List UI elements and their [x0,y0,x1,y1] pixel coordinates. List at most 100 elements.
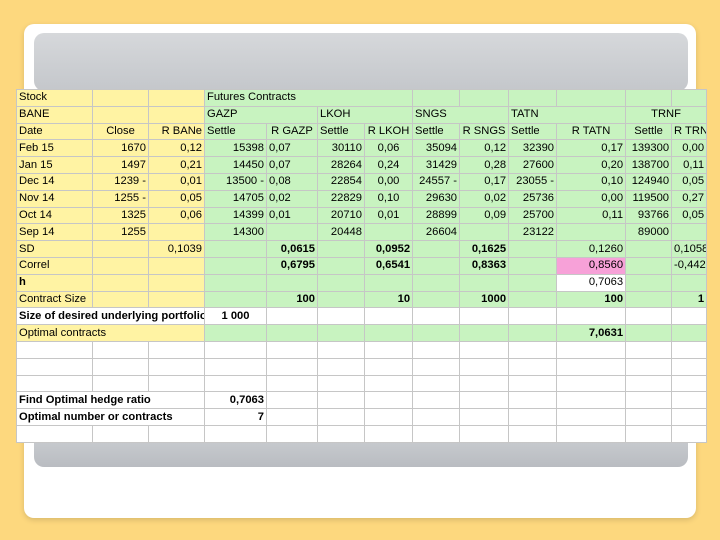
table-cell[interactable]: 14705 [204,189,267,208]
table-cell[interactable]: R TRNF [671,122,708,141]
table-cell[interactable] [412,391,461,410]
table-cell[interactable] [317,374,365,393]
table-cell[interactable] [459,89,510,107]
table-cell[interactable]: 0,12 [148,139,205,158]
table-cell[interactable]: 0,02 [459,189,510,208]
table-cell[interactable] [317,307,365,326]
table-cell[interactable]: 100 [556,290,627,309]
table-cell[interactable]: 0,1625 [459,240,510,258]
table-cell[interactable]: 14450 [204,156,267,174]
table-cell[interactable] [556,89,627,107]
table-cell[interactable] [317,357,365,376]
table-cell[interactable] [92,105,149,124]
table-cell[interactable]: 0,24 [363,156,414,174]
table-cell[interactable] [148,357,205,376]
table-cell[interactable] [16,340,93,359]
table-cell[interactable]: 0,10 [363,189,414,208]
table-cell[interactable]: 1497 [92,156,149,174]
table-cell[interactable] [412,424,461,443]
table-cell[interactable] [508,324,558,342]
table-cell[interactable] [508,340,558,359]
table-cell[interactable] [508,240,558,258]
table-cell[interactable] [204,240,267,258]
table-cell[interactable]: SD [16,240,93,258]
table-cell[interactable]: GAZP [204,105,318,124]
table-cell[interactable] [317,340,365,359]
table-cell[interactable] [625,240,673,258]
table-cell[interactable] [317,273,365,292]
table-cell[interactable] [459,374,510,393]
table-cell[interactable]: 0,02 [266,189,318,208]
table-cell[interactable]: 1000 [459,290,510,309]
table-cell[interactable] [92,256,149,275]
table-cell[interactable] [556,374,627,393]
table-cell[interactable] [148,374,205,393]
table-cell[interactable]: 0,10 [556,172,627,191]
table-cell[interactable]: 0,05 [671,172,708,191]
table-cell[interactable] [556,357,627,376]
table-cell[interactable] [16,424,93,443]
table-cell[interactable]: 138700 [625,156,673,174]
table-cell[interactable] [148,223,205,242]
table-cell[interactable] [363,273,414,292]
table-cell[interactable]: Jan 15 [16,156,93,174]
table-cell[interactable]: Close [92,122,149,141]
table-cell[interactable] [148,290,205,309]
table-cell[interactable] [625,391,673,410]
table-cell[interactable] [92,290,149,309]
table-cell[interactable] [363,223,414,242]
table-cell[interactable] [148,89,205,107]
table-cell[interactable] [148,340,205,359]
table-cell[interactable] [625,89,673,107]
table-cell[interactable] [266,408,318,426]
table-cell[interactable] [412,290,461,309]
table-cell[interactable]: 0,12 [459,139,510,158]
table-cell[interactable]: 32390 [508,139,558,158]
table-cell[interactable]: Find Optimal hedge ratio [16,391,205,410]
table-cell[interactable]: 139300 [625,139,673,158]
table-cell[interactable]: SNGS [412,105,510,124]
table-cell[interactable]: 119500 [625,189,673,208]
table-cell[interactable]: 0,21 [148,156,205,174]
table-cell[interactable] [625,324,673,342]
table-cell[interactable] [508,307,558,326]
table-cell[interactable]: Optimal number or contracts [16,408,205,426]
table-cell[interactable]: Settle [317,122,365,141]
table-cell[interactable]: BANE [16,105,93,124]
table-cell[interactable]: R GAZP [266,122,318,141]
table-cell[interactable]: 0,06 [148,206,205,225]
table-cell[interactable]: 0,07 [266,139,318,158]
table-cell[interactable] [671,424,708,443]
table-cell[interactable] [508,290,558,309]
table-cell[interactable]: Settle [204,122,267,141]
table-cell[interactable] [204,290,267,309]
table-cell[interactable]: Size of desired underlying portfolio [16,307,205,326]
table-cell[interactable]: Dec 14 [16,172,93,191]
table-cell[interactable] [204,374,267,393]
table-cell[interactable] [459,273,510,292]
table-cell[interactable] [266,357,318,376]
table-cell[interactable] [363,424,414,443]
table-cell[interactable] [556,408,627,426]
table-cell[interactable]: Correl [16,256,93,275]
table-cell[interactable] [625,374,673,393]
table-cell[interactable]: Settle [412,122,461,141]
table-cell[interactable]: 13500 - [204,172,267,191]
table-cell[interactable]: 1255 [92,223,149,242]
table-cell[interactable] [671,324,708,342]
table-cell[interactable] [317,256,365,275]
table-cell[interactable] [625,273,673,292]
table-cell[interactable] [92,240,149,258]
table-cell[interactable] [671,357,708,376]
table-cell[interactable] [459,324,510,342]
table-cell[interactable] [317,290,365,309]
table-cell[interactable] [412,256,461,275]
table-cell[interactable]: 0,20 [556,156,627,174]
table-cell[interactable] [266,340,318,359]
table-cell[interactable]: 14399 [204,206,267,225]
table-cell[interactable]: 0,00 [671,139,708,158]
table-cell[interactable]: 124940 [625,172,673,191]
table-cell[interactable]: Settle [508,122,558,141]
table-cell[interactable] [148,424,205,443]
table-cell[interactable] [459,340,510,359]
